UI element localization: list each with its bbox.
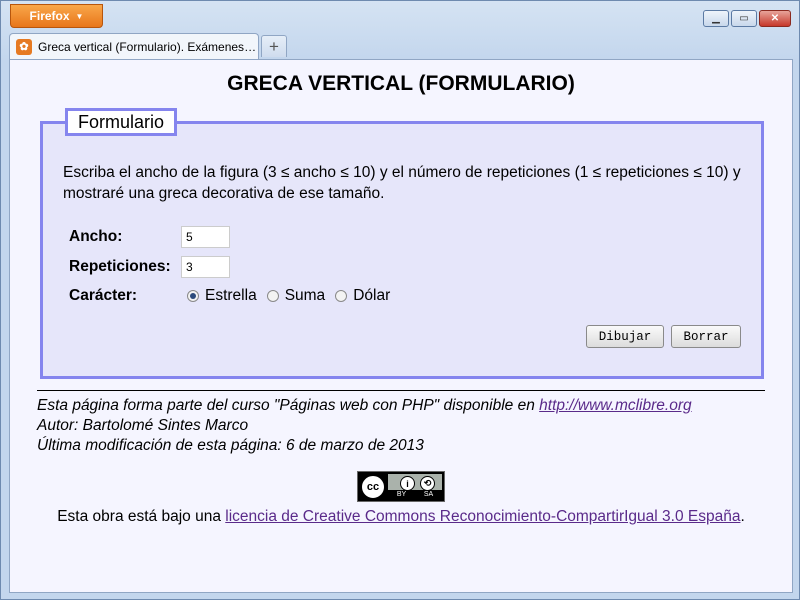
radio-suma-label: Suma (284, 287, 326, 304)
favicon-icon: ✿ (16, 38, 32, 55)
license-link[interactable]: licencia de Creative Commons Reconocimie… (225, 508, 740, 525)
mclibre-link[interactable]: http://www.mclibre.org (539, 397, 691, 414)
page-content: GRECA VERTICAL (FORMULARIO) Formulario E… (9, 59, 793, 593)
attribution-icon: i (400, 476, 415, 491)
maximize-button[interactable]: ▭ (731, 10, 757, 27)
cc-sa-label: SA (423, 491, 434, 498)
caracter-row: Carácter: Estrella Suma Dólar (69, 287, 400, 305)
cc-license-badge[interactable]: cc i ⟲ BY SA (357, 471, 445, 502)
tab-title: Greca vertical (Formulario). Exámenes. P… (38, 39, 258, 54)
share-alike-icon: ⟲ (420, 476, 435, 491)
radio-suma[interactable]: Suma (266, 287, 326, 305)
repeticiones-label: Repeticiones: (69, 258, 171, 275)
minimize-button[interactable]: ▁ (703, 10, 729, 27)
ancho-row: Ancho: (69, 226, 230, 248)
license-line: Esta obra está bajo una licencia de Crea… (10, 508, 792, 526)
radio-estrella-label: Estrella (205, 287, 257, 304)
page-title: GRECA VERTICAL (FORMULARIO) (227, 72, 575, 95)
radio-unchecked-icon[interactable] (266, 290, 279, 302)
form-fieldset: Formulario Escriba el ancho de la figura… (40, 108, 764, 379)
cc-badge-labels: BY SA (388, 490, 442, 499)
new-tab-button[interactable]: + (261, 35, 287, 57)
firefox-menu-label: Firefox (29, 9, 70, 23)
dibujar-button[interactable]: Dibujar (586, 325, 664, 348)
radio-checked-icon[interactable] (187, 290, 199, 302)
footer-modified: Última modificación de esta página: 6 de… (37, 437, 424, 454)
chevron-down-icon: ▼ (75, 11, 84, 21)
ancho-label: Ancho: (69, 228, 123, 245)
footer-author: Autor: Bartolomé Sintes Marco (37, 417, 249, 434)
license-text: Esta obra está bajo una (57, 508, 226, 525)
repeticiones-row: Repeticiones: (69, 256, 230, 278)
radio-dolar[interactable]: Dólar (335, 287, 390, 305)
caracter-label: Carácter: (69, 287, 138, 304)
borrar-button[interactable]: Borrar (671, 325, 741, 348)
cc-logo-icon: cc (360, 473, 386, 500)
repeticiones-input[interactable] (181, 256, 230, 278)
license-suffix: . (740, 508, 745, 525)
browser-window: Firefox ▼ ▁ ▭ ✕ ✿ Greca vertical (Formul… (0, 0, 800, 600)
form-instructions: Escriba el ancho de la figura (3 ≤ ancho… (63, 164, 741, 202)
close-button[interactable]: ✕ (759, 10, 791, 27)
radio-unchecked-icon[interactable] (335, 290, 348, 302)
window-controls: ▁ ▭ ✕ (703, 10, 791, 27)
divider (37, 390, 765, 391)
firefox-menu-button[interactable]: Firefox ▼ (10, 4, 103, 28)
radio-estrella[interactable]: Estrella (187, 287, 257, 305)
form-legend: Formulario (65, 108, 178, 136)
cc-by-label: BY (396, 491, 407, 498)
footer-course-line: Esta página forma parte del curso "Págin… (37, 397, 692, 415)
cc-badge-panel: i ⟲ BY SA (388, 474, 442, 499)
footer-course-text: Esta página forma parte del curso "Págin… (37, 397, 540, 414)
browser-tab[interactable]: ✿ Greca vertical (Formulario). Exámenes.… (9, 33, 259, 59)
radio-dolar-label: Dólar (353, 287, 391, 304)
ancho-input[interactable] (181, 226, 230, 248)
